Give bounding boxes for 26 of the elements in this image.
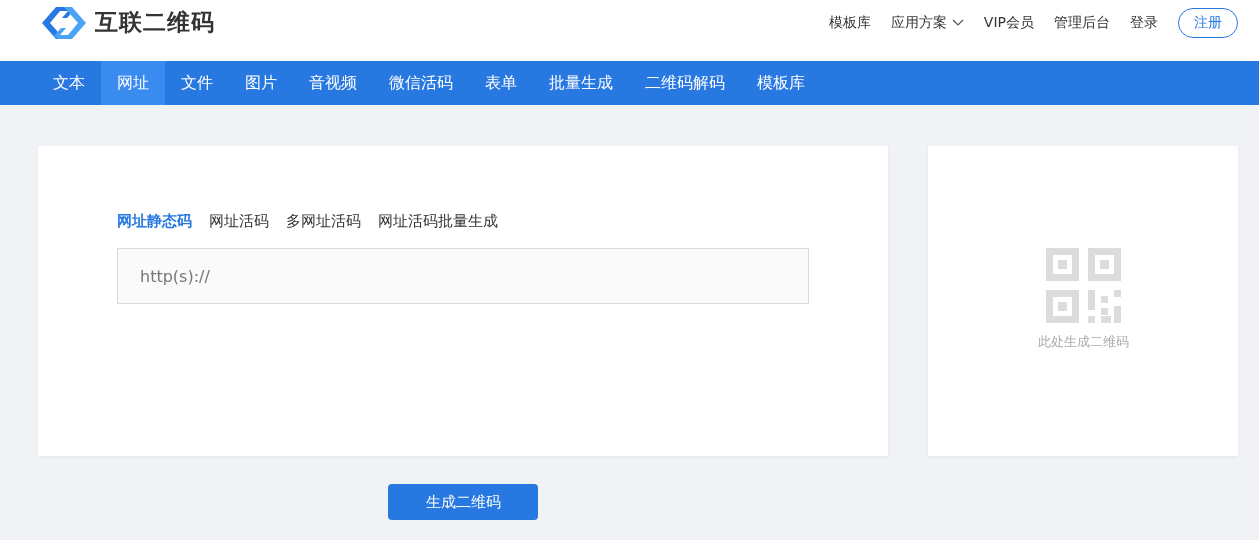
sub-tab[interactable]: 网址静态码 — [117, 212, 192, 231]
sub-tab[interactable]: 网址活码 — [209, 212, 269, 231]
nav-tab[interactable]: 文本 — [37, 61, 101, 105]
generate-button[interactable]: 生成二维码 — [388, 484, 538, 520]
nav-tab[interactable]: 批量生成 — [533, 61, 629, 105]
nav-tab[interactable]: 音视频 — [293, 61, 373, 105]
menu-link[interactable]: 登录 — [1130, 13, 1158, 32]
logo-text: 互联二维码 — [95, 8, 215, 37]
nav-tab[interactable]: 网址 — [101, 61, 165, 105]
nav-tab[interactable]: 微信活码 — [373, 61, 469, 105]
nav-tab[interactable]: 文件 — [165, 61, 229, 105]
sub-tab[interactable]: 多网址活码 — [286, 212, 361, 231]
menu-link[interactable]: 模板库 — [828, 13, 871, 32]
menu-link[interactable]: 管理后台 — [1054, 13, 1110, 32]
menu-link[interactable]: VIP会员 — [983, 13, 1034, 32]
sub-tab[interactable]: 网址活码批量生成 — [378, 212, 498, 231]
register-button[interactable]: 注册 — [1178, 7, 1238, 38]
nav-tab[interactable]: 二维码解码 — [629, 61, 741, 105]
nav-tab[interactable]: 表单 — [469, 61, 533, 105]
nav-tab[interactable]: 图片 — [229, 61, 293, 105]
qr-code-icon — [1045, 248, 1121, 323]
nav-tab[interactable]: 模板库 — [741, 61, 821, 105]
logo-icon — [40, 4, 88, 41]
preview-caption: 此处生成二维码 — [1037, 333, 1129, 351]
menu-link[interactable]: 应用方案 — [890, 13, 964, 32]
url-input-field[interactable]: http(s):// — [117, 248, 809, 304]
